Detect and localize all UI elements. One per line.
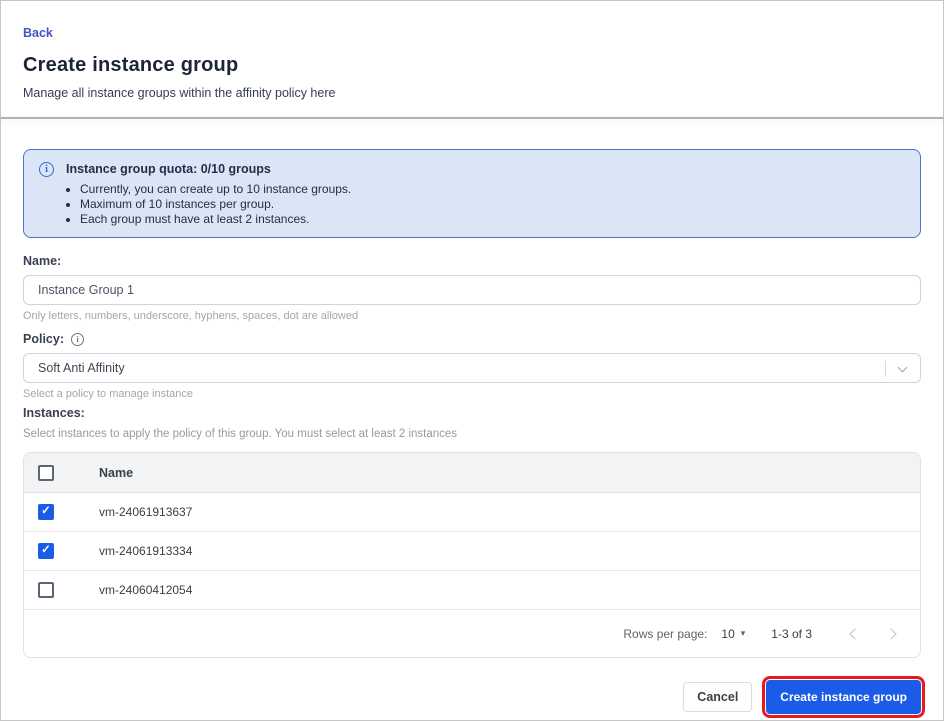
create-instance-group-page: Back Create instance group Manage all in…: [0, 0, 944, 721]
create-instance-group-button[interactable]: Create instance group: [766, 680, 921, 714]
name-label: Name:: [23, 254, 921, 268]
row-checkbox[interactable]: [38, 582, 54, 598]
row-checkbox-cell: [24, 504, 99, 520]
policy-label-row: Policy: i: [23, 332, 921, 346]
name-helper-text: Only letters, numbers, underscore, hyphe…: [23, 310, 921, 322]
pagination-range: 1-3 of 3: [771, 627, 812, 641]
instance-name: vm-24061913334: [99, 544, 920, 558]
alert-bullet: Currently, you can create up to 10 insta…: [80, 182, 904, 197]
select-separator: [885, 361, 886, 377]
rows-per-page-select[interactable]: 10 ▾: [721, 627, 745, 641]
alert-bullet-list: Currently, you can create up to 10 insta…: [80, 182, 904, 227]
select-all-checkbox[interactable]: [38, 465, 54, 481]
instance-name: vm-24061913637: [99, 505, 920, 519]
form-content: i Instance group quota: 0/10 groups Curr…: [1, 125, 943, 714]
page-title: Create instance group: [23, 54, 921, 77]
row-checkbox[interactable]: [38, 543, 54, 559]
alert-title: Instance group quota: 0/10 groups: [66, 162, 904, 176]
policy-label: Policy:: [23, 332, 64, 346]
instances-label: Instances:: [23, 406, 921, 420]
name-column-header: Name: [99, 466, 920, 480]
row-checkbox-cell: [24, 582, 99, 598]
info-icon: i: [39, 162, 54, 177]
row-checkbox[interactable]: [38, 504, 54, 520]
table-row[interactable]: vm-24061913637: [24, 493, 920, 532]
name-input[interactable]: [23, 275, 921, 305]
back-link[interactable]: Back: [23, 26, 53, 40]
policy-select-value: Soft Anti Affinity: [38, 361, 125, 375]
instances-helper-text: Select instances to apply the policy of …: [23, 428, 921, 440]
table-header-row: Name: [24, 453, 920, 493]
chevron-right-icon: [885, 628, 896, 639]
alert-bullet: Maximum of 10 instances per group.: [80, 197, 904, 212]
caret-down-icon: ▾: [741, 628, 746, 639]
table-row[interactable]: vm-24060412054: [24, 571, 920, 610]
quota-info-alert: i Instance group quota: 0/10 groups Curr…: [23, 149, 921, 238]
row-checkbox-cell: [24, 543, 99, 559]
policy-select[interactable]: Soft Anti Affinity: [23, 353, 921, 383]
chevron-down-icon[interactable]: [898, 363, 908, 373]
rows-per-page-label: Rows per page:: [623, 627, 707, 641]
info-icon[interactable]: i: [71, 333, 84, 346]
table-row[interactable]: vm-24061913334: [24, 532, 920, 571]
page-header: Back Create instance group Manage all in…: [1, 1, 943, 117]
policy-helper-text: Select a policy to manage instance: [23, 388, 921, 400]
chevron-left-icon: [849, 628, 860, 639]
cancel-button[interactable]: Cancel: [683, 682, 752, 712]
header-checkbox-cell: [24, 465, 99, 481]
table-pagination: Rows per page: 10 ▾ 1-3 of 3: [24, 610, 920, 657]
instances-table: Name vm-24061913637 vm-24061913334 vm-24…: [23, 452, 921, 658]
instance-name: vm-24060412054: [99, 583, 920, 597]
next-page-button[interactable]: [880, 623, 902, 645]
alert-bullet: Each group must have at least 2 instance…: [80, 212, 904, 227]
previous-page-button[interactable]: [844, 623, 866, 645]
rows-per-page-value: 10: [721, 627, 734, 641]
page-subtitle: Manage all instance groups within the af…: [23, 86, 921, 100]
form-footer: Cancel Create instance group: [23, 680, 921, 714]
